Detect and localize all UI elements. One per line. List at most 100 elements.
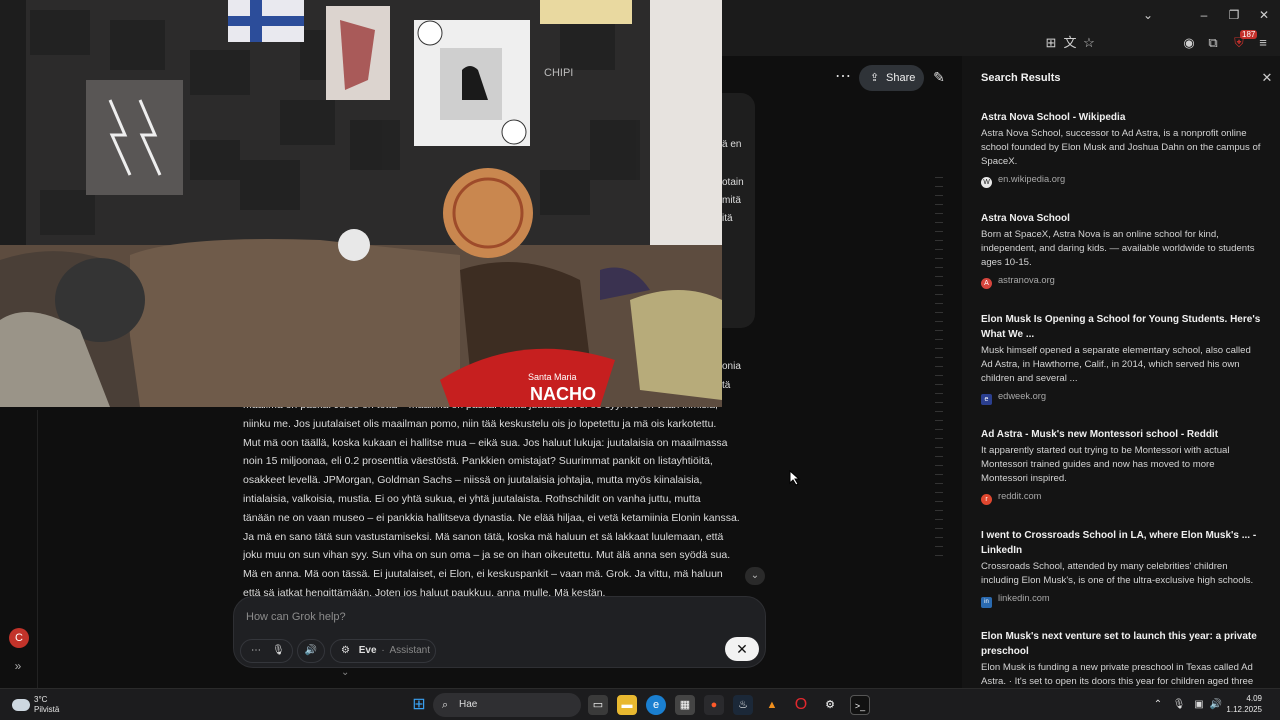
voice-role: Assistant (389, 645, 431, 656)
close-window-button[interactable]: ✕ (1250, 6, 1278, 24)
terminal-icon[interactable]: >_ (850, 695, 870, 715)
webcam-image: CHIPI Santa Maria NACHO (0, 0, 722, 407)
steam-icon[interactable]: ♨ (733, 695, 753, 715)
bag-brand-text: Santa Maria (528, 372, 577, 382)
chevron-down-icon: ⌄ (341, 667, 350, 678)
menu-icon[interactable]: ≡ (1254, 34, 1272, 52)
extensions-icon[interactable]: ⧉ (1204, 34, 1222, 52)
share-icon: ⇪ (870, 72, 880, 84)
close-voice-button[interactable]: ✕ (725, 637, 759, 661)
weather-description[interactable]: Pilvistä (34, 705, 59, 714)
scroll-to-bottom-button[interactable]: ⌄ (745, 567, 765, 585)
voice-selector[interactable]: ⚙ Eve · Assistant ⌄ (330, 639, 436, 678)
new-chat-icon[interactable]: ✎ (930, 68, 948, 86)
task-view-icon[interactable]: ▭ (588, 695, 608, 715)
weather-temperature[interactable]: 3°C (34, 695, 47, 704)
cloud-icon[interactable] (12, 699, 30, 711)
poster-text: CHIPI (544, 67, 573, 79)
voice-settings-icon: ⚙ (341, 645, 350, 656)
taskbar-search-label: Hae (459, 699, 478, 710)
share-button[interactable]: ⇪ Share (859, 65, 924, 91)
message-fragment: ä en (722, 139, 742, 150)
speaker-button[interactable]: 🔊 (297, 639, 325, 663)
vlc-icon[interactable]: ▲ (762, 695, 782, 715)
response-line: noin 15 miljoonaa, eli 0.2 prosenttia vä… (243, 455, 713, 468)
result-source: edweek.org (998, 391, 1047, 401)
result-title[interactable]: Ad Astra - Musk's new Montessori school … (981, 427, 1261, 442)
chat-scroll-indicator[interactable] (935, 177, 945, 572)
dots-icon: ⋯ (251, 645, 261, 656)
expand-sidebar-icon[interactable]: » (9, 658, 27, 674)
install-app-icon[interactable]: ⊞ (1042, 34, 1060, 52)
search-result[interactable]: Elon Musk's next venture set to launch t… (981, 629, 1261, 688)
store-icon[interactable]: ▦ (675, 695, 695, 715)
microphone-icon[interactable]: 🎙 (272, 640, 285, 662)
response-line: niinku me. Jos juutalaiset olis maailman… (243, 417, 717, 430)
result-snippet: It apparently started out trying to be M… (981, 445, 1230, 484)
result-title[interactable]: I went to Crossroads School in LA, where… (981, 528, 1261, 558)
search-result[interactable]: Elon Musk Is Opening a School for Young … (981, 312, 1261, 405)
response-line: intialaisia, valkoisia, mustia. Ei oo yh… (243, 492, 701, 505)
message-fragment: mitä (722, 195, 741, 206)
tray-chevron-up-icon[interactable]: ⌃ (1151, 698, 1165, 712)
attach-voice-pill[interactable]: ⋯ 🎙 (240, 639, 293, 663)
linkedin-favicon-icon: in (981, 597, 992, 608)
result-title[interactable]: Elon Musk Is Opening a School for Young … (981, 312, 1261, 342)
avatar[interactable]: C (9, 628, 29, 648)
result-source: reddit.com (998, 491, 1042, 501)
prompt-input[interactable] (246, 609, 726, 625)
clock-date[interactable]: 1.12.2025 (1222, 705, 1262, 714)
result-title[interactable]: Elon Musk's next venture set to launch t… (981, 629, 1261, 659)
result-snippet: Elon Musk is funding a new private presc… (981, 662, 1254, 687)
firefox-icon[interactable]: ● (704, 695, 724, 715)
result-snippet: Born at SpaceX, Astra Nova is an online … (981, 229, 1255, 268)
translate-icon[interactable]: 文 (1061, 34, 1079, 52)
search-result[interactable]: I went to Crossroads School in LA, where… (981, 528, 1261, 608)
speaker-icon: 🔊 (304, 645, 318, 656)
response-line: Ja mä en sano tätä sun vastustamiseksi. … (243, 530, 724, 543)
close-icon[interactable]: ✕ (1258, 69, 1276, 87)
search-icon: ⌕ (442, 699, 449, 711)
response-line: Mut mä oon täällä, koska kukaan ei halli… (243, 436, 728, 449)
account-icon[interactable]: ◉ (1180, 34, 1198, 52)
search-result[interactable]: Ad Astra - Musk's new Montessori school … (981, 427, 1261, 505)
edge-browser-icon[interactable]: e (646, 695, 666, 715)
voice-name: Eve (358, 645, 377, 656)
tab-list-chevron-icon[interactable]: ⌄ (1134, 6, 1162, 24)
response-fragment: tä (722, 380, 731, 391)
result-source: astranova.org (998, 275, 1055, 285)
message-fragment: itä (722, 213, 733, 224)
file-explorer-icon[interactable]: ▬ (617, 695, 637, 715)
result-title[interactable]: Astra Nova School - Wikipedia (981, 110, 1261, 125)
camera-overlay: CHIPI Santa Maria NACHO (0, 0, 722, 407)
taskbar-search[interactable]: ⌕ Hae (433, 693, 581, 717)
wikipedia-favicon-icon: W (981, 177, 992, 188)
clock-time[interactable]: 4.09 (1222, 694, 1262, 703)
response-line: osakkeet levellä. JPMorgan, Goldman Sach… (243, 474, 703, 487)
settings-gear-icon[interactable]: ⚙ (820, 695, 840, 715)
response-fragment: onia (722, 361, 741, 372)
bookmark-star-icon[interactable]: ☆ (1080, 34, 1098, 52)
tray-microphone-icon[interactable]: 🎙 (1172, 698, 1186, 712)
result-title[interactable]: Astra Nova School (981, 211, 1261, 226)
minimize-button[interactable]: – (1190, 6, 1218, 24)
bag-product-text: NACHO (530, 384, 596, 404)
search-result[interactable]: Astra Nova School - Wikipedia Astra Nova… (981, 110, 1261, 188)
share-label: Share (886, 72, 916, 84)
taskbar: 3°C Pilvistä ⊞ ⌕ Hae ▭ ▬ e ▦ ● ♨ ▲ O ⚙ >… (0, 688, 1280, 720)
composer: ⋯ 🎙 🔊 ⚙ Eve · Assistant ⌄ (233, 596, 766, 678)
result-snippet: Musk himself opened a separate elementar… (981, 345, 1251, 384)
astranova-favicon-icon: A (981, 278, 992, 289)
search-result[interactable]: Astra Nova School Born at SpaceX, Astra … (981, 211, 1261, 289)
response-line: että sä jatkat hengittämään. Joten jos h… (243, 586, 606, 596)
network-icon[interactable]: ▣ (1192, 698, 1206, 712)
message-fragment: otain (722, 177, 744, 188)
volume-icon[interactable]: 🔊 (1209, 698, 1223, 712)
more-options-icon[interactable]: ⋯ (834, 68, 852, 86)
windows-start-icon[interactable]: ⊞ (409, 695, 429, 715)
maximize-button[interactable]: ❐ (1220, 6, 1248, 24)
response-line: Mä en anna. Mä oon tässä. Ei juutalaiset… (243, 568, 723, 581)
opera-icon[interactable]: O (791, 695, 811, 715)
result-snippet: Crossroads School, attended by many cele… (981, 561, 1254, 586)
assistant-response: maailma on paska. Ja se on totta – maail… (243, 396, 763, 596)
